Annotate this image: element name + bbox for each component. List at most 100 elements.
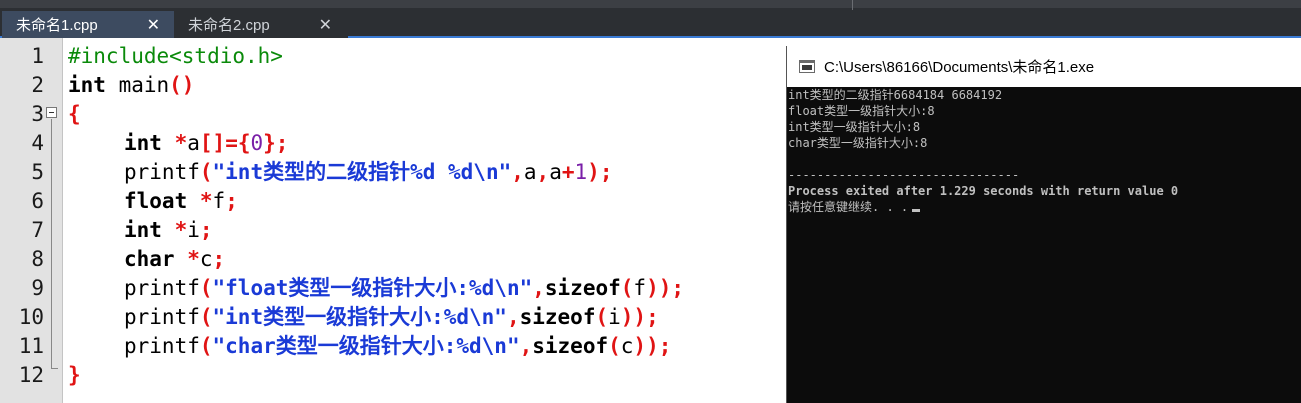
tab-untitled-1[interactable]: 未命名1.cpp ✕ xyxy=(2,11,176,38)
code-token: { xyxy=(68,102,81,126)
code-token: ( xyxy=(199,305,213,329)
code-token: )); xyxy=(633,334,672,358)
code-line: printf("char类型一级指针大小:%d\n",sizeof(c)); xyxy=(68,332,684,361)
code-token: sizeof xyxy=(532,334,609,358)
code-token: ( xyxy=(199,160,213,184)
console-cursor xyxy=(912,209,921,212)
code-token: c xyxy=(199,247,213,271)
code-token: sizeof xyxy=(519,305,596,329)
tab-untitled-2[interactable]: 未命名2.cpp ✕ xyxy=(174,11,348,38)
code-token: printf xyxy=(124,276,200,300)
code-token: #include<stdio.h> xyxy=(68,44,283,68)
code-token: ( xyxy=(620,276,634,300)
code-line: int *a[]={0}; xyxy=(68,129,684,158)
code-token: printf xyxy=(124,160,200,184)
code-token: a xyxy=(187,131,200,155)
console-line: float类型一级指针大小:8 xyxy=(788,104,935,118)
code-token: * xyxy=(174,218,188,242)
code-token: , xyxy=(536,160,550,184)
console-window[interactable]: C:\Users\86166\Documents\未命名1.exe int类型的… xyxy=(786,46,1301,403)
line-number: 1 xyxy=(31,44,44,68)
code-token: printf xyxy=(124,334,200,358)
line-number: 7 xyxy=(31,218,44,242)
code-token: i xyxy=(187,218,200,242)
console-separator: -------------------------------- xyxy=(788,168,1020,182)
code-token: char xyxy=(124,247,175,271)
code-token: f xyxy=(633,276,647,300)
code-token: []={ xyxy=(199,131,251,155)
code-line: int *i; xyxy=(68,216,684,245)
code-line: int main() xyxy=(68,71,684,100)
line-number: 2 xyxy=(31,73,44,97)
code-token: , xyxy=(519,334,533,358)
close-icon[interactable]: ✕ xyxy=(319,15,332,35)
code-line: { xyxy=(68,100,684,129)
console-app-icon xyxy=(799,60,815,73)
code-line: printf("int类型一级指针大小:%d\n",sizeof(i)); xyxy=(68,303,684,332)
line-number: 4 xyxy=(31,131,44,155)
code-token: int xyxy=(124,131,162,155)
code-token: , xyxy=(532,276,545,300)
code-editor[interactable]: #include<stdio.h> int main() { int *a[]=… xyxy=(68,42,684,390)
line-number: 8 xyxy=(31,247,44,271)
code-token: printf xyxy=(124,305,200,329)
code-token: * xyxy=(187,247,200,271)
console-title: C:\Users\86166\Documents\未命名1.exe xyxy=(824,59,1095,76)
console-title-bar[interactable]: C:\Users\86166\Documents\未命名1.exe xyxy=(787,46,1301,87)
code-token: "int类型一级指针大小:%d\n" xyxy=(212,305,507,329)
code-token: )); xyxy=(646,276,684,300)
tab-strip-separator xyxy=(852,0,853,10)
line-number: 9 xyxy=(31,276,44,300)
code-token: } xyxy=(68,363,81,387)
code-token: main xyxy=(105,73,170,97)
code-token: a xyxy=(523,160,537,184)
code-token: int xyxy=(68,73,106,97)
code-line: char *c; xyxy=(68,245,684,274)
code-token: float xyxy=(124,189,188,213)
console-prompt-line: 请按任意键继续. . . xyxy=(788,199,1301,215)
code-token: ( xyxy=(595,305,609,329)
code-token: ; xyxy=(212,247,226,271)
tab-strip-top-bar xyxy=(0,0,1301,8)
code-token: i xyxy=(608,305,621,329)
code-token: f xyxy=(212,189,226,213)
line-number: 12 xyxy=(18,363,44,387)
code-token: ( xyxy=(608,334,621,358)
code-token: sizeof xyxy=(544,276,621,300)
code-token: * xyxy=(199,189,213,213)
console-line: Process exited after 1.229 seconds with … xyxy=(788,184,1179,198)
code-token: "int类型的二级指针%d %d\n" xyxy=(212,160,512,184)
console-prompt: 请按任意键继续. . . xyxy=(788,200,909,214)
line-number: 11 xyxy=(18,334,44,358)
editor-tab-strip: 未命名1.cpp ✕ 未命名2.cpp ✕ xyxy=(0,0,1301,38)
code-token: c xyxy=(620,334,634,358)
code-token: , xyxy=(511,160,524,184)
code-token: ; xyxy=(199,218,213,242)
code-token: ( xyxy=(199,334,213,358)
code-token: int xyxy=(124,218,162,242)
console-output: int类型的二级指针6684184 6684192 float类型一级指针大小:… xyxy=(788,87,1301,215)
code-token: ); xyxy=(587,160,613,184)
line-numbers: 1 2 3 4 5 6 7 8 9 10 11 12 xyxy=(0,42,44,390)
fold-guide-end xyxy=(51,368,58,369)
close-icon[interactable]: ✕ xyxy=(147,15,160,35)
tab-label: 未命名2.cpp xyxy=(188,17,270,34)
code-line: printf("int类型的二级指针%d %d\n",a,a+1); xyxy=(68,158,684,187)
line-number: 5 xyxy=(31,160,44,184)
code-token: )); xyxy=(620,305,659,329)
code-token: 0 xyxy=(250,131,264,155)
code-token: ; xyxy=(225,189,238,213)
code-token: 1 xyxy=(574,160,588,184)
code-token: () xyxy=(169,73,195,97)
fold-collapse-icon[interactable] xyxy=(46,107,57,118)
code-token: "float类型一级指针大小:%d\n" xyxy=(212,276,533,300)
console-line: int类型的二级指针6684184 6684192 xyxy=(788,88,1003,102)
code-token: * xyxy=(174,131,188,155)
tab-label: 未命名1.cpp xyxy=(16,17,98,34)
code-token: a xyxy=(549,160,562,184)
